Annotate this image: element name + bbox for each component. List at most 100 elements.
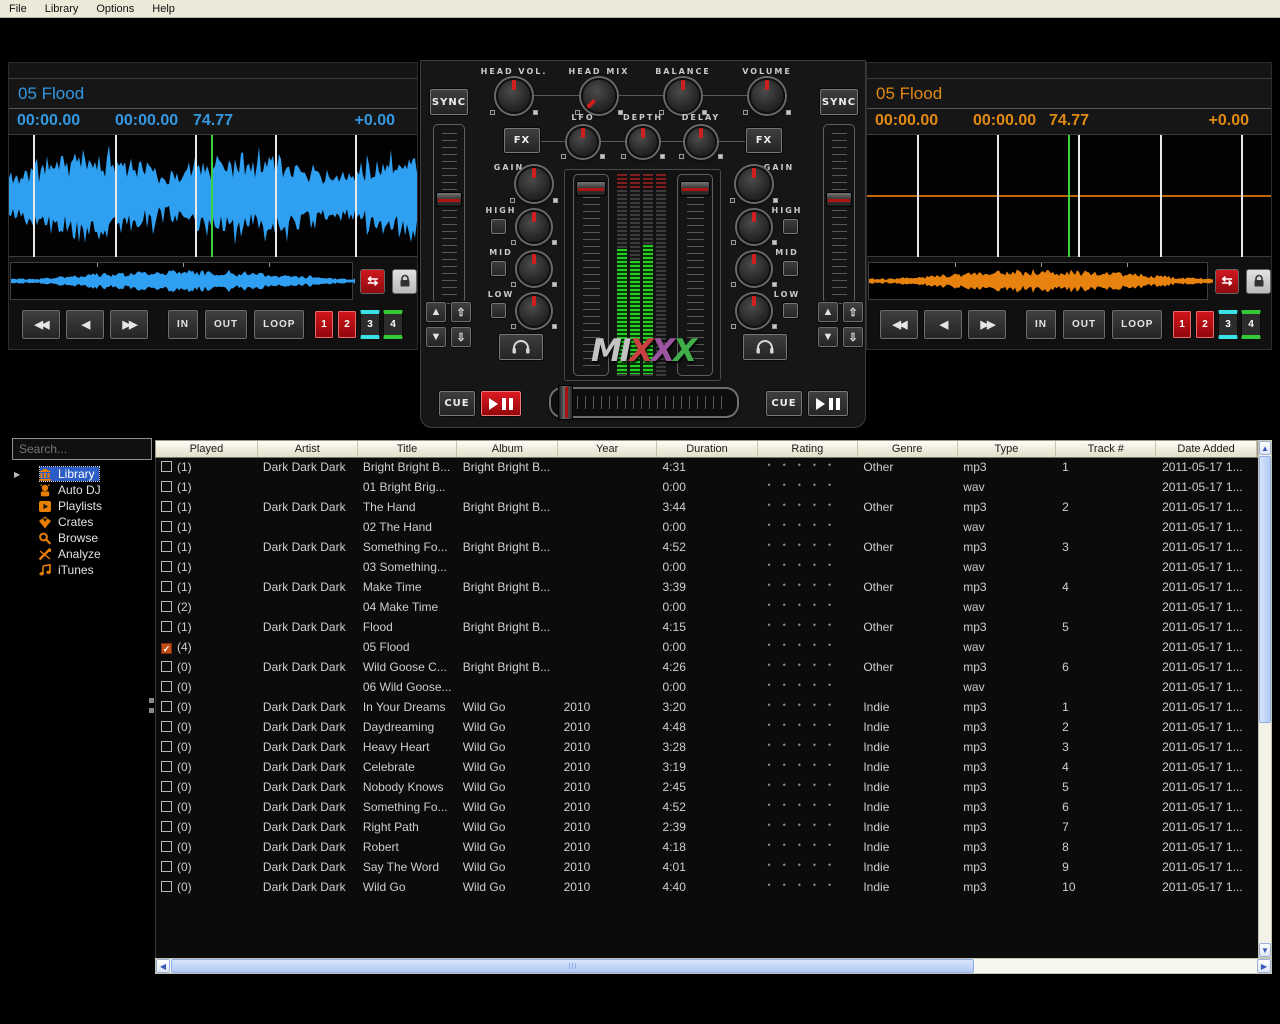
menu-item-file[interactable]: File [0, 0, 36, 18]
column-header-type[interactable]: Type [958, 441, 1057, 457]
table-row[interactable]: (1)01 Bright Brig...0:00•••••wav2011-05-… [156, 478, 1258, 498]
fx-button-left[interactable]: FX [503, 127, 541, 154]
played-checkbox[interactable] [161, 661, 172, 672]
overview-box[interactable] [868, 262, 1208, 300]
table-row[interactable]: (1)Dark Dark DarkSomething Fo...Bright B… [156, 538, 1258, 558]
table-row[interactable]: (2)04 Make Time0:00•••••wav2011-05-17 1.… [156, 598, 1258, 618]
played-checkbox[interactable] [161, 701, 172, 712]
table-row[interactable]: (0)Dark Dark DarkSomething Fo...Wild Go2… [156, 798, 1258, 818]
high-knob-right[interactable] [737, 210, 771, 244]
played-checkbox[interactable] [161, 881, 172, 892]
played-checkbox[interactable] [161, 541, 172, 552]
bend-up-button-left[interactable]: ▲ [425, 301, 447, 323]
table-row[interactable]: (0)Dark Dark DarkIn Your DreamsWild Go20… [156, 698, 1258, 718]
overview-box[interactable] [10, 262, 353, 300]
sidebar-item-library[interactable]: ▶Library [12, 466, 152, 482]
sync-button-right[interactable]: SYNC [819, 88, 859, 116]
vertical-scrollbar[interactable]: ▲▼ [1258, 440, 1272, 958]
played-checkbox-checked[interactable]: ✓ [161, 643, 172, 654]
overview-waveform[interactable] [869, 263, 1213, 299]
scroll-up-arrow[interactable]: ▲ [1259, 441, 1271, 455]
column-header-date-added[interactable]: Date Added [1156, 441, 1257, 457]
sidebar-item-auto-dj[interactable]: Auto DJ [12, 482, 152, 498]
hotcue-button-1[interactable]: 1 [1172, 310, 1192, 339]
played-checkbox[interactable] [161, 821, 172, 832]
menu-item-options[interactable]: Options [87, 0, 143, 18]
play-button-right[interactable] [807, 390, 849, 417]
fast-forward-button[interactable]: ▶▶ [967, 309, 1007, 340]
head-mix-knob[interactable] [581, 78, 617, 114]
fast-forward-button[interactable]: ▶▶ [109, 309, 149, 340]
bend-up-button-right[interactable]: ▲ [817, 301, 839, 323]
expander-arrow-icon[interactable]: ▶ [14, 470, 20, 479]
back-button[interactable]: ◀ [923, 309, 963, 340]
column-header-rating[interactable]: Rating [758, 441, 858, 457]
waveform-display[interactable] [867, 135, 1271, 257]
crossfader-handle[interactable] [558, 385, 573, 420]
played-checkbox[interactable] [161, 681, 172, 692]
reloop-button[interactable]: LOOP [253, 309, 305, 340]
table-row[interactable]: (1)Dark Dark DarkBright Bright B...Brigh… [156, 458, 1258, 478]
column-header-title[interactable]: Title [358, 441, 458, 457]
reloop-button[interactable]: LOOP [1111, 309, 1163, 340]
scroll-down-arrow[interactable]: ▼ [1259, 943, 1271, 957]
hscroll-thumb[interactable] [171, 959, 974, 973]
column-header-year[interactable]: Year [558, 441, 657, 457]
played-checkbox[interactable] [161, 721, 172, 732]
sidebar-item-playlists[interactable]: Playlists [12, 498, 152, 514]
hotcue-button-2[interactable]: 2 [1195, 310, 1215, 339]
played-checkbox[interactable] [161, 601, 172, 612]
played-checkbox[interactable] [161, 461, 172, 472]
scroll-left-arrow[interactable]: ◀ [156, 959, 170, 973]
sidebar-item-crates[interactable]: Crates [12, 514, 152, 530]
gain-knob-left[interactable] [516, 166, 552, 202]
table-row[interactable]: (1)Dark Dark DarkMake TimeBright Bright … [156, 578, 1258, 598]
loop-in-button[interactable]: IN [1025, 309, 1057, 340]
table-row[interactable]: (0)Dark Dark DarkRobertWild Go20104:18••… [156, 838, 1258, 858]
column-header-track[interactable]: Track # [1056, 441, 1156, 457]
low-kill-button-right[interactable] [782, 302, 799, 319]
loop-in-button[interactable]: IN [167, 309, 199, 340]
table-row[interactable]: (1)Dark Dark DarkThe HandBright Bright B… [156, 498, 1258, 518]
table-row[interactable]: (0)Dark Dark DarkNobody KnowsWild Go2010… [156, 778, 1258, 798]
main-waveform[interactable] [867, 135, 1271, 257]
table-row[interactable]: (0)Dark Dark DarkCelebrateWild Go20103:1… [156, 758, 1258, 778]
low-knob-left[interactable] [517, 294, 551, 328]
sidebar-item-itunes[interactable]: iTunes [12, 562, 152, 578]
hotcue-button-4[interactable]: 4 [1241, 310, 1261, 339]
played-checkbox[interactable] [161, 501, 172, 512]
waveform-display[interactable] [9, 135, 417, 257]
column-header-genre[interactable]: Genre [858, 441, 958, 457]
volume-knob[interactable] [749, 78, 785, 114]
table-row[interactable]: (1)Dark Dark DarkFloodBright Bright B...… [156, 618, 1258, 638]
fx-button-right[interactable]: FX [745, 127, 783, 154]
low-knob-right[interactable] [737, 294, 771, 328]
nudge-up-button-left[interactable]: ⇧ [450, 301, 472, 323]
hotcue-button-3[interactable]: 3 [360, 310, 380, 339]
loop-out-button[interactable]: OUT [204, 309, 248, 340]
cue-button-right[interactable]: CUE [765, 390, 803, 417]
table-row[interactable]: (0)Dark Dark DarkRight PathWild Go20102:… [156, 818, 1258, 838]
gain-knob-right[interactable] [736, 166, 772, 202]
head-vol--knob[interactable] [496, 78, 532, 114]
overview-waveform[interactable] [11, 263, 355, 299]
sidebar-item-analyze[interactable]: Analyze [12, 546, 152, 562]
horizontal-scrollbar[interactable]: ◀▶ [155, 958, 1272, 974]
scroll-right-arrow[interactable]: ▶ [1257, 959, 1271, 973]
splitter-handle[interactable] [149, 698, 154, 703]
column-header-artist[interactable]: Artist [258, 441, 358, 457]
lfo-knob[interactable] [567, 126, 599, 158]
keylock-button[interactable] [1246, 269, 1271, 294]
pitch-slider-right[interactable] [823, 124, 855, 304]
mid-knob-left[interactable] [517, 252, 551, 286]
table-row[interactable]: (1)03 Something...0:00•••••wav2011-05-17… [156, 558, 1258, 578]
played-checkbox[interactable] [161, 561, 172, 572]
played-checkbox[interactable] [161, 781, 172, 792]
menu-item-library[interactable]: Library [36, 0, 88, 18]
played-checkbox[interactable] [161, 801, 172, 812]
loop-out-button[interactable]: OUT [1062, 309, 1106, 340]
column-header-played[interactable]: Played [156, 441, 258, 457]
search-input[interactable] [12, 438, 152, 460]
played-checkbox[interactable] [161, 621, 172, 632]
repeat-button[interactable]: ⇆ [360, 269, 385, 294]
